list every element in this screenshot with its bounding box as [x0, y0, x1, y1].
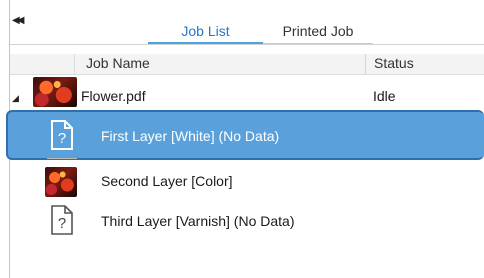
flower-thumbnail-icon: [33, 77, 77, 107]
thumbnail-divider: [47, 158, 77, 159]
job-name-text[interactable]: Flower.pdf: [81, 88, 146, 104]
layer-label-third[interactable]: Third Layer [Varnish] (No Data): [101, 213, 294, 229]
flower-thumbnail-icon: [45, 167, 77, 197]
layer-label-second[interactable]: Second Layer [Color]: [101, 173, 233, 189]
job-table-header: Job Name Status: [10, 54, 484, 75]
job-status-text: Idle: [373, 88, 396, 104]
svg-text:?: ?: [58, 130, 66, 147]
svg-text:?: ?: [58, 215, 66, 232]
tab-bar-divider: [10, 44, 484, 45]
job-list-panel: ◀◀ Job List Printed Job Job Name Status …: [0, 0, 484, 278]
column-separator[interactable]: [365, 54, 366, 74]
column-separator-thumbnail: [74, 54, 75, 75]
column-header-status[interactable]: Status: [374, 54, 414, 74]
no-data-document-icon: ?: [51, 205, 73, 235]
collapse-panel-icon[interactable]: ◀◀: [12, 14, 28, 28]
column-header-job-name[interactable]: Job Name: [86, 54, 150, 74]
tab-job-list[interactable]: Job List: [148, 20, 263, 44]
tab-printed-job[interactable]: Printed Job: [263, 20, 373, 44]
expand-triangle-icon[interactable]: ◢: [12, 93, 19, 104]
no-data-document-icon: ?: [51, 120, 73, 150]
layer-label-first: First Layer [White] (No Data): [101, 128, 280, 144]
